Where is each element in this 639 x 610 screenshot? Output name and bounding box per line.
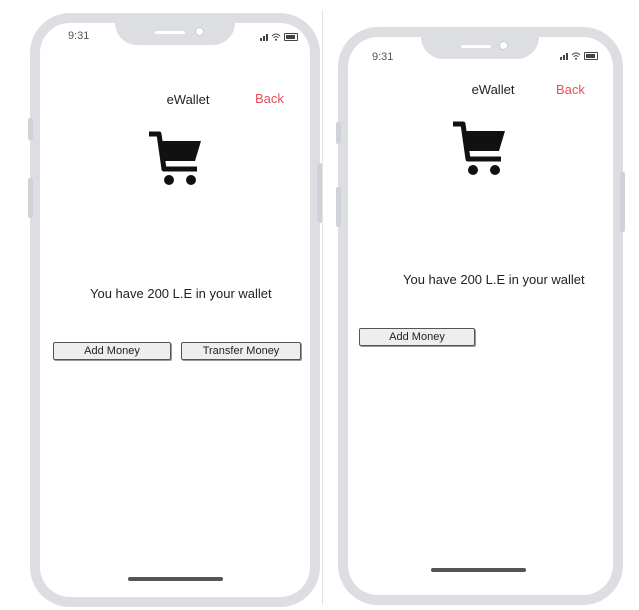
shopping-cart-icon bbox=[453, 121, 505, 175]
side-button bbox=[28, 118, 33, 140]
transfer-money-button[interactable]: Transfer Money bbox=[181, 342, 301, 360]
screen: 9:31 eWallet Back You have 200 L.E in yo… bbox=[348, 37, 613, 595]
signal-icon bbox=[560, 53, 568, 60]
speaker bbox=[155, 31, 185, 34]
battery-icon bbox=[284, 33, 298, 41]
wifi-icon bbox=[271, 33, 281, 41]
phone-mockup-left: 9:31 eWallet Back You have 200 L.E in yo… bbox=[28, 13, 322, 607]
camera bbox=[499, 41, 508, 50]
divider bbox=[322, 10, 323, 605]
screen: 9:31 eWallet Back You have 200 L.E in yo… bbox=[40, 23, 310, 597]
status-time: 9:31 bbox=[68, 30, 90, 42]
side-button bbox=[28, 178, 33, 218]
side-button bbox=[336, 187, 341, 227]
home-indicator bbox=[431, 568, 526, 572]
side-button bbox=[336, 122, 341, 144]
status-time: 9:31 bbox=[372, 51, 394, 63]
back-link[interactable]: Back bbox=[556, 82, 585, 97]
side-button bbox=[620, 172, 625, 232]
page-title: eWallet bbox=[166, 92, 210, 107]
battery-icon bbox=[584, 52, 598, 60]
wifi-icon bbox=[571, 52, 581, 60]
speaker bbox=[461, 45, 491, 48]
notch bbox=[421, 37, 539, 59]
add-money-button[interactable]: Add Money bbox=[359, 328, 475, 346]
add-money-button[interactable]: Add Money bbox=[53, 342, 171, 360]
page-title: eWallet bbox=[471, 82, 515, 97]
home-indicator bbox=[128, 577, 223, 581]
status-icons bbox=[560, 52, 598, 60]
back-link[interactable]: Back bbox=[255, 91, 284, 106]
status-icons bbox=[260, 33, 298, 41]
camera bbox=[195, 27, 204, 36]
shopping-cart-icon bbox=[149, 131, 201, 185]
wallet-balance-text: You have 200 L.E in your wallet bbox=[403, 272, 585, 287]
wallet-balance-text: You have 200 L.E in your wallet bbox=[90, 286, 272, 301]
phone-mockup-right: 9:31 eWallet Back You have 200 L.E in yo… bbox=[336, 27, 625, 605]
signal-icon bbox=[260, 34, 268, 41]
notch bbox=[115, 23, 235, 45]
